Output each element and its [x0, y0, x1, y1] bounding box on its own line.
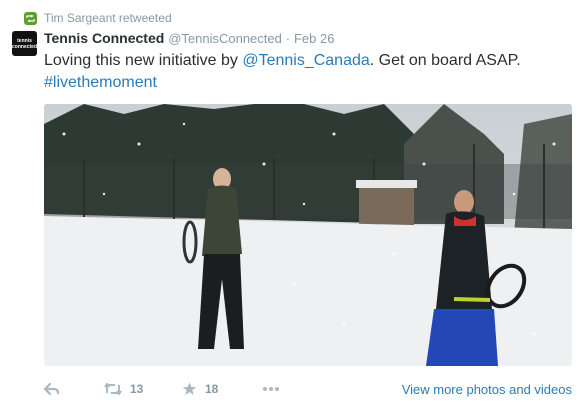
reply-icon: [44, 383, 59, 395]
retweet-button[interactable]: 13: [104, 382, 182, 396]
tweet-text: Loving this new initiative by @Tennis_Ca…: [44, 50, 564, 94]
mention-link[interactable]: @Tennis_Canada: [242, 52, 369, 69]
view-more-photos-link[interactable]: View more photos and videos: [402, 382, 572, 397]
retweet-icon: [24, 11, 37, 25]
retweet-count: 13: [130, 382, 144, 396]
hashtag-link[interactable]: #livethemoment: [44, 74, 157, 91]
tweet-timestamp[interactable]: Feb 26: [294, 31, 334, 46]
retweeted-by-text[interactable]: Tim Sargeant retweeted: [44, 11, 172, 25]
more-button[interactable]: [262, 386, 280, 392]
separator-dot: ·: [285, 31, 291, 46]
tweet-text-part1: Loving this new initiative by: [44, 52, 243, 69]
more-dots-icon: [263, 387, 279, 391]
author-fullname[interactable]: Tennis Connected: [44, 30, 164, 46]
favorite-count: 18: [205, 382, 219, 396]
avatar[interactable]: tennis connected: [12, 31, 37, 56]
retweet-icon: [104, 383, 122, 395]
tweet-photo[interactable]: [44, 104, 572, 366]
favorite-button[interactable]: 18: [182, 382, 262, 396]
author-handle[interactable]: @TennisConnected: [168, 31, 282, 46]
avatar-logo-text: tennis connected: [12, 37, 38, 50]
star-icon: [182, 382, 197, 395]
tweet-header: Tennis Connected @TennisConnected · Feb …: [44, 30, 334, 46]
reply-button[interactable]: [44, 383, 104, 395]
tweet-actions: 13 18 View more photos and videos: [44, 376, 572, 402]
retweet-context: Tim Sargeant retweeted: [24, 9, 172, 27]
tweet-text-part2: . Get on board ASAP.: [369, 52, 521, 69]
